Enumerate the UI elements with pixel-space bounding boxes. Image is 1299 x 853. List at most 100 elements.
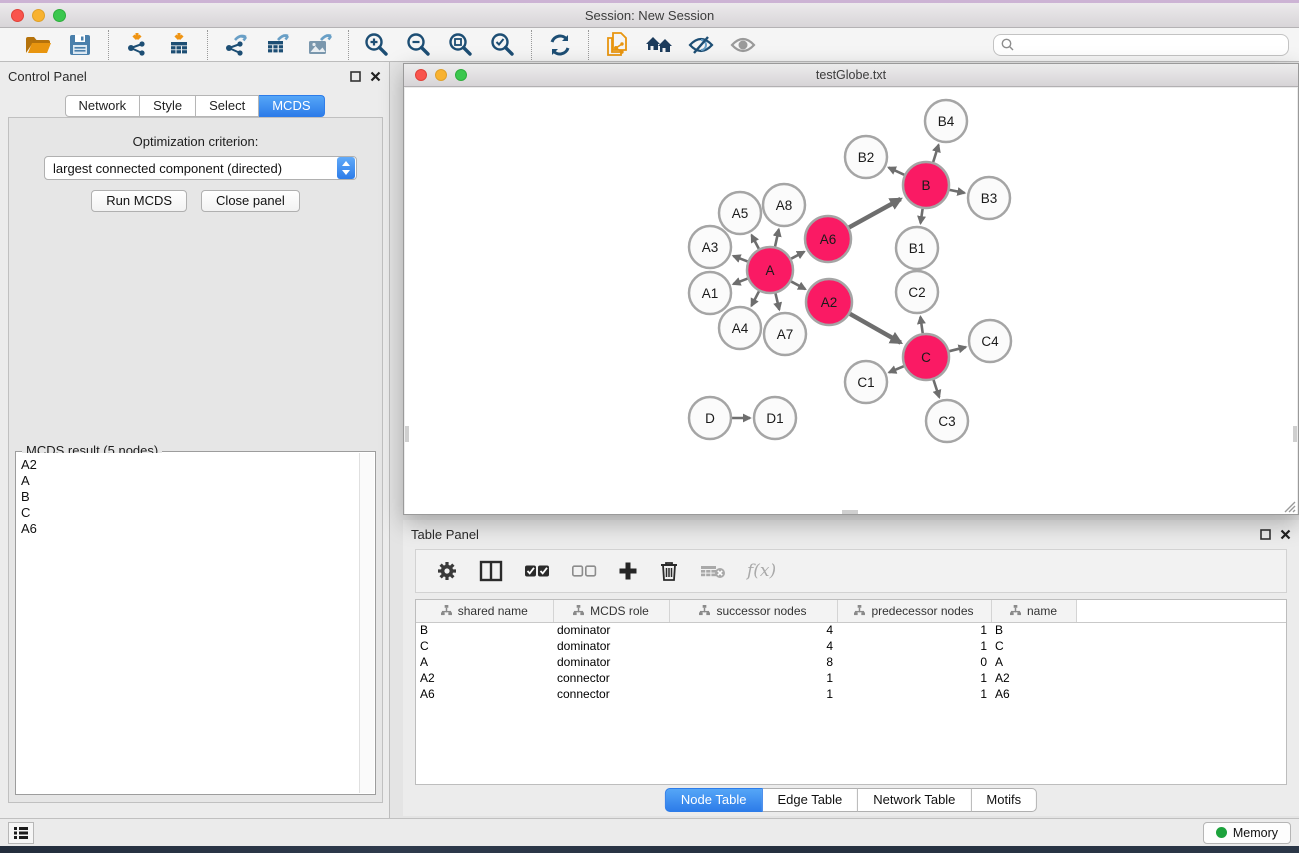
close-panel-icon[interactable] xyxy=(370,71,381,82)
close-panel-icon[interactable] xyxy=(1280,529,1291,540)
edge-A-A1[interactable] xyxy=(733,279,747,284)
table-row[interactable]: A6connector11A6 xyxy=(416,686,1286,702)
memory-button[interactable]: Memory xyxy=(1203,822,1291,844)
edge-C-C1[interactable] xyxy=(889,366,904,372)
network-canvas[interactable]: B4B2BB3A8A5A6A3B1AC2A1A2A4A7C4CC1DD1C3 xyxy=(405,88,1297,514)
tab-network[interactable]: Network xyxy=(64,95,140,117)
graph-node-B2[interactable]: B2 xyxy=(845,136,887,178)
task-history-button[interactable] xyxy=(8,822,34,844)
graph-node-A5[interactable]: A5 xyxy=(719,192,761,234)
table-row[interactable]: Adominator80A xyxy=(416,654,1286,670)
zoom-out-button[interactable] xyxy=(402,30,436,60)
function-builder-button[interactable]: f(x) xyxy=(747,561,776,581)
tab-node-table[interactable]: Node Table xyxy=(665,788,763,812)
save-session-button[interactable] xyxy=(63,30,97,60)
mcds-result-item[interactable]: A6 xyxy=(21,521,359,537)
float-panel-icon[interactable] xyxy=(1260,529,1271,540)
edge-A-A8[interactable] xyxy=(775,229,779,246)
deselect-all-rows-button[interactable] xyxy=(571,563,597,579)
edge-B-B4[interactable] xyxy=(933,145,938,162)
graph-node-A2[interactable]: A2 xyxy=(806,279,852,325)
export-table-button[interactable] xyxy=(261,30,295,60)
tab-mcds[interactable]: MCDS xyxy=(259,95,324,117)
edge-A-A5[interactable] xyxy=(752,235,759,249)
edge-C-C3[interactable] xyxy=(933,380,939,397)
column-header-MCDS-role[interactable]: MCDS role xyxy=(553,600,669,622)
edge-C-C4[interactable] xyxy=(949,347,965,351)
minimize-network-window-button[interactable] xyxy=(435,69,447,81)
mcds-result-item[interactable]: B xyxy=(21,489,359,505)
toggle-column-layout-button[interactable] xyxy=(479,560,503,582)
mcds-result-list[interactable]: A2ABCA6 xyxy=(17,453,359,793)
close-network-window-button[interactable] xyxy=(415,69,427,81)
graph-node-A6[interactable]: A6 xyxy=(805,216,851,262)
hide-selected-button[interactable] xyxy=(684,30,718,60)
graph-node-A3[interactable]: A3 xyxy=(689,226,731,268)
export-network-button[interactable] xyxy=(219,30,253,60)
table-row[interactable]: Bdominator41B xyxy=(416,622,1286,638)
graph-node-A[interactable]: A xyxy=(747,247,793,293)
edge-B-B1[interactable] xyxy=(921,209,923,223)
horizontal-scrollbar-thumb[interactable] xyxy=(842,510,858,514)
column-header-name[interactable]: name xyxy=(991,600,1076,622)
import-network-button[interactable] xyxy=(120,30,154,60)
tab-motifs[interactable]: Motifs xyxy=(971,788,1037,812)
tab-select[interactable]: Select xyxy=(196,95,259,117)
result-scrollbar[interactable] xyxy=(359,453,374,793)
edge-A-A2[interactable] xyxy=(791,281,805,289)
delete-column-button[interactable] xyxy=(659,560,679,582)
zoom-fit-content-button[interactable] xyxy=(444,30,478,60)
edge-B-B2[interactable] xyxy=(889,168,905,175)
close-panel-button[interactable]: Close panel xyxy=(201,190,300,212)
column-settings-button[interactable] xyxy=(436,560,458,582)
graph-node-C1[interactable]: C1 xyxy=(845,361,887,403)
mcds-result-item[interactable]: A xyxy=(21,473,359,489)
float-panel-icon[interactable] xyxy=(350,71,361,82)
add-column-button[interactable] xyxy=(618,561,638,581)
graph-node-C4[interactable]: C4 xyxy=(969,320,1011,362)
search-box[interactable] xyxy=(993,34,1289,56)
minimize-window-button[interactable] xyxy=(32,9,45,22)
table-row[interactable]: A2connector11A2 xyxy=(416,670,1286,686)
tab-style[interactable]: Style xyxy=(140,95,196,117)
graph-node-C3[interactable]: C3 xyxy=(926,400,968,442)
import-table-button[interactable] xyxy=(162,30,196,60)
close-window-button[interactable] xyxy=(11,9,24,22)
table-row[interactable]: Cdominator41C xyxy=(416,638,1286,654)
vertical-scrollbar-thumb-right[interactable] xyxy=(1293,426,1297,442)
zoom-in-button[interactable] xyxy=(360,30,394,60)
column-header-shared-name[interactable]: shared name xyxy=(416,600,553,622)
refresh-view-button[interactable] xyxy=(543,30,577,60)
edge-C-C2[interactable] xyxy=(920,317,922,333)
open-file-button[interactable] xyxy=(21,30,55,60)
tab-edge-table[interactable]: Edge Table xyxy=(762,788,858,812)
edge-A2-C[interactable] xyxy=(850,314,901,343)
graph-node-A1[interactable]: A1 xyxy=(689,272,731,314)
graph-node-D1[interactable]: D1 xyxy=(754,397,796,439)
zoom-selected-button[interactable] xyxy=(486,30,520,60)
criterion-dropdown[interactable]: largest connected component (directed) xyxy=(44,156,357,180)
vertical-scrollbar-thumb-left[interactable] xyxy=(405,426,409,442)
edge-A-A6[interactable] xyxy=(791,252,804,259)
network-window-titlebar[interactable]: testGlobe.txt xyxy=(404,64,1298,87)
resize-grip-icon[interactable] xyxy=(1282,499,1296,513)
delete-table-button[interactable] xyxy=(700,562,726,580)
mcds-result-item[interactable]: A2 xyxy=(21,457,359,473)
duplicate-network-button[interactable] xyxy=(600,30,634,60)
graph-node-B3[interactable]: B3 xyxy=(968,177,1010,219)
edge-A-A7[interactable] xyxy=(775,293,779,309)
zoom-window-button[interactable] xyxy=(53,9,66,22)
tab-network-table[interactable]: Network Table xyxy=(858,788,971,812)
graph-node-A7[interactable]: A7 xyxy=(764,313,806,355)
mcds-result-item[interactable]: C xyxy=(21,505,359,521)
column-header-successor-nodes[interactable]: successor nodes xyxy=(669,600,837,622)
select-all-rows-button[interactable] xyxy=(524,563,550,579)
graph-node-C[interactable]: C xyxy=(903,334,949,380)
show-all-networks-button[interactable] xyxy=(642,30,676,60)
edge-A6-B[interactable] xyxy=(849,199,901,227)
graph-node-B1[interactable]: B1 xyxy=(896,227,938,269)
graph-node-B[interactable]: B xyxy=(903,162,949,208)
show-hidden-button[interactable] xyxy=(726,30,760,60)
graph-node-B4[interactable]: B4 xyxy=(925,100,967,142)
edge-B-B3[interactable] xyxy=(950,190,965,193)
